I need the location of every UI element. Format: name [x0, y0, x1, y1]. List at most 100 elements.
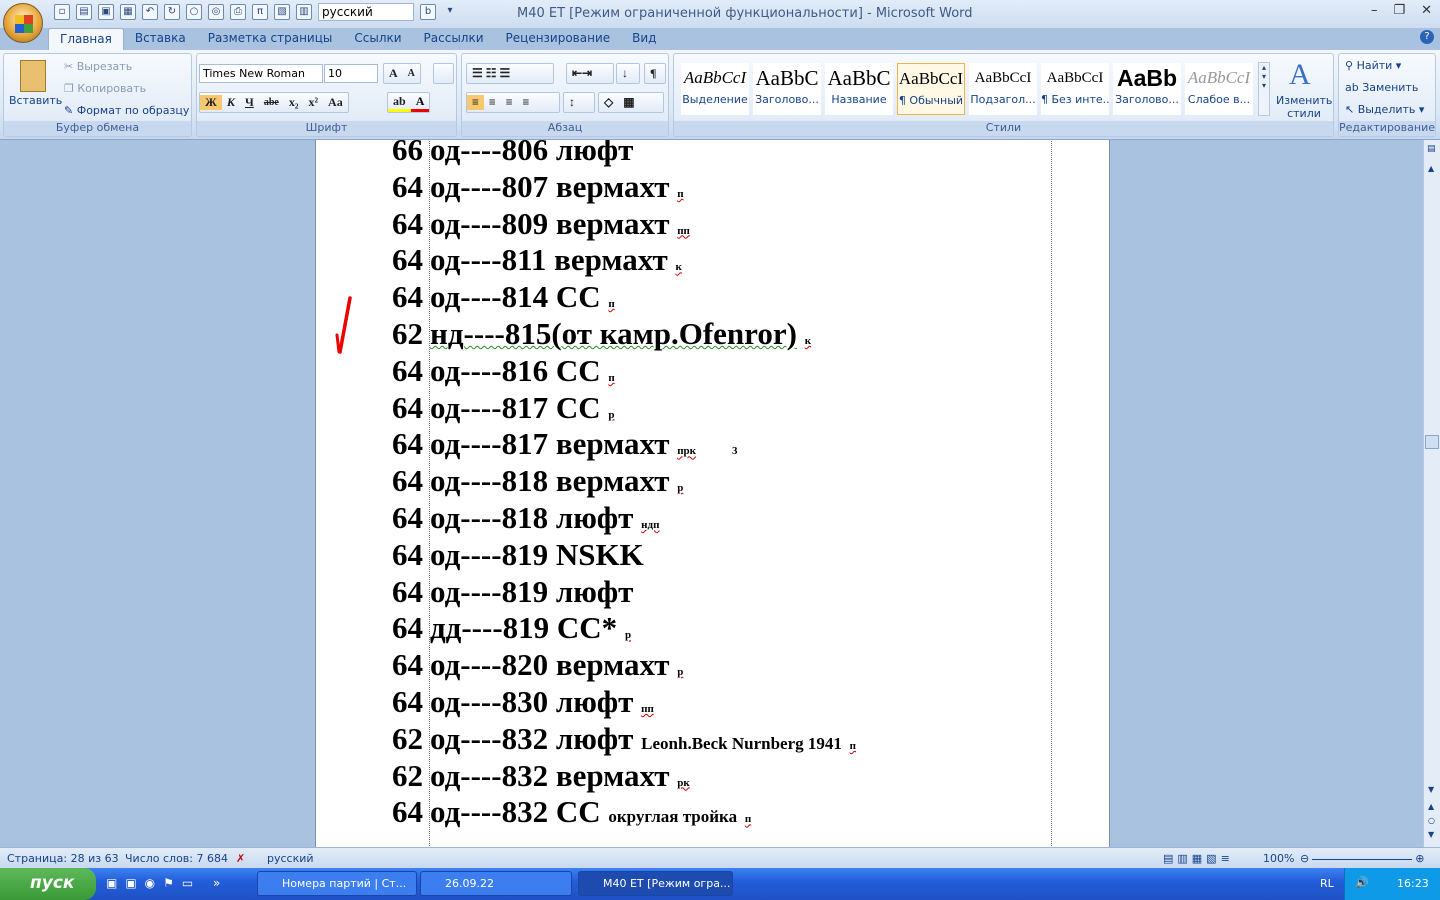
line-number: 62 — [392, 757, 423, 793]
font-size-select[interactable]: 10 — [324, 64, 378, 83]
document-line: 62 од----832 вермахт рк — [392, 758, 690, 795]
line-note: п — [744, 813, 752, 826]
line-number: 62 — [392, 720, 423, 756]
grow-font-button[interactable]: A — [384, 66, 403, 81]
style-normal[interactable]: AaBbCcI ¶ Обычный — [897, 63, 965, 115]
next-page-icon[interactable]: ▼ — [1428, 830, 1434, 839]
scrollbar-thumb[interactable] — [1425, 435, 1439, 449]
cut-button[interactable]: ✂ Вырезать — [64, 60, 132, 73]
volume-icon[interactable]: 🔊 — [1355, 876, 1369, 889]
tab-insert[interactable]: Вставка — [124, 28, 197, 50]
sort-button[interactable]: ↓ — [616, 63, 640, 84]
status-language[interactable]: русский — [267, 852, 314, 865]
font-size-buttons: A A — [383, 63, 421, 84]
tab-view[interactable]: Вид — [621, 28, 667, 50]
zoom-level[interactable]: 100% — [1263, 852, 1294, 865]
line-spacing-button[interactable]: ↕ — [563, 92, 595, 113]
replace-button[interactable]: ab Заменить — [1345, 81, 1418, 94]
taskbar: пуск ▣▣◉⚑▭ » Номера партий | Ст... 26.09… — [0, 868, 1440, 900]
maximize-button[interactable]: ❐ — [1393, 3, 1405, 18]
view-buttons[interactable]: ▤▥▦▧≡ — [1163, 852, 1234, 865]
paste-special-icon[interactable]: ▧ — [274, 4, 290, 20]
ruler-toggle-icon[interactable]: ▤ — [1427, 144, 1436, 154]
text-boundary — [1051, 140, 1052, 847]
tab-review[interactable]: Рецензирование — [495, 28, 622, 50]
input-language[interactable]: RL — [1320, 877, 1334, 890]
help-icon[interactable]: ? — [1420, 30, 1434, 44]
style-title[interactable]: AaBbC Название — [825, 63, 893, 115]
document-icon[interactable]: ▥ — [296, 4, 312, 20]
document-page[interactable]: 66 од----806 люфт 64 од----807 вермахт п 64 о… — [315, 140, 1110, 847]
select-button[interactable]: ↖ Выделить ▾ — [1345, 103, 1424, 116]
format-painter-button[interactable]: ✎ Формат по образцу — [64, 104, 189, 117]
quick-launch[interactable]: ▣▣◉⚑▭ » — [106, 876, 228, 890]
new-document-icon[interactable]: ▫ — [54, 4, 70, 20]
style-emphasis[interactable]: AaBbCcI Выделение — [681, 63, 749, 115]
page-count[interactable]: Страница: 28 из 63 — [7, 852, 119, 865]
prev-page-icon[interactable]: ▲ — [1428, 802, 1434, 811]
underline-button[interactable]: Ч — [240, 95, 259, 110]
equation-icon[interactable]: π — [252, 4, 268, 20]
shading-borders-buttons[interactable]: ◇ ▦ — [598, 92, 664, 113]
tab-home[interactable]: Главная — [48, 28, 124, 50]
browse-object-icon[interactable]: ○ — [1428, 816, 1435, 825]
find-icon[interactable]: ◎ — [208, 4, 224, 20]
tab-references[interactable]: Ссылки — [343, 28, 412, 50]
scroll-up-icon[interactable]: ▲ — [1428, 164, 1434, 173]
undo-icon[interactable]: ↶ — [142, 4, 158, 20]
tab-page-layout[interactable]: Разметка страницы — [197, 28, 344, 50]
close-button[interactable]: ✕ — [1421, 3, 1432, 18]
start-button[interactable]: пуск — [0, 868, 96, 900]
copy-button[interactable]: ❐ Копировать — [64, 82, 146, 95]
word-count[interactable]: Число слов: 7 684 — [125, 852, 228, 865]
office-logo-icon — [15, 15, 33, 33]
indent-buttons[interactable]: ⇤⇥ — [566, 63, 614, 84]
shrink-font-button[interactable]: A — [403, 68, 420, 79]
change-styles-button[interactable]: Изменить стили — [1276, 94, 1332, 120]
superscript-button[interactable]: x² — [303, 95, 323, 110]
scroll-down-icon[interactable]: ▼ — [1428, 785, 1434, 794]
proofing-icon[interactable]: ✗ — [236, 852, 245, 865]
find-button[interactable]: ⚲ Найти ▾ — [1345, 59, 1401, 72]
style-subtitle[interactable]: AaBbCcI Подзагол... — [969, 63, 1037, 115]
font-color-icon[interactable]: A — [410, 94, 430, 112]
style-heading1[interactable]: AaBbC Заголово... — [753, 63, 821, 115]
spelling-icon[interactable]: b — [420, 4, 436, 20]
minimize-button[interactable]: – — [1371, 3, 1378, 18]
bold-button[interactable]: Ж — [200, 95, 222, 110]
print-icon[interactable]: ⎙ — [230, 4, 246, 20]
style-subtle-emphasis[interactable]: AaBbCcI Слабое в... — [1185, 63, 1253, 115]
document-line: 64 од----809 вермахт пп — [392, 206, 690, 243]
strikethrough-button[interactable]: abe — [259, 97, 284, 108]
zoom-slider[interactable]: ⊖ ⊕ — [1300, 852, 1430, 865]
highlight-icon[interactable]: ab — [388, 94, 411, 112]
redo-icon[interactable]: ↻ — [164, 4, 180, 20]
styles-scroll[interactable]: ▴ ▾ ▾ — [1258, 62, 1270, 116]
style-name: Слабое в... — [1187, 93, 1251, 106]
alignment-buttons[interactable]: ≡ ≡ ≡ ≡ — [466, 92, 560, 113]
font-name-select[interactable]: Times New Roman — [199, 64, 323, 83]
tab-mailings[interactable]: Рассылки — [413, 28, 495, 50]
office-button[interactable] — [3, 3, 43, 43]
save-icon[interactable]: ▣ — [98, 4, 114, 20]
subscript-button[interactable]: x₂ — [284, 95, 304, 110]
language-select[interactable]: русский — [318, 3, 414, 21]
task-folder[interactable]: 26.09.22 — [420, 871, 572, 896]
document-line: 64 од----818 вермахт р — [392, 463, 683, 500]
print-preview-icon[interactable]: ▦ — [120, 4, 136, 20]
cut-label: Вырезать — [76, 60, 133, 73]
task-word[interactable]: M40 ET [Режим огра... — [578, 871, 733, 896]
style-no-spacing[interactable]: AaBbCcI ¶ Без инте... — [1041, 63, 1109, 115]
change-case-button[interactable]: Aa — [323, 95, 348, 110]
paste-button[interactable]: Вставить — [9, 94, 62, 107]
clear-formatting-button[interactable] — [433, 63, 454, 84]
customize-qat-icon[interactable]: ▾ — [442, 4, 458, 20]
zoom-icon[interactable]: ○ — [186, 4, 202, 20]
list-buttons[interactable]: ☰ ☷ ☰ — [466, 63, 554, 84]
italic-button[interactable]: К — [222, 95, 240, 110]
open-icon[interactable]: ▤ — [76, 4, 92, 20]
style-heading2[interactable]: AaBb Заголово... — [1113, 63, 1181, 115]
vertical-scrollbar[interactable]: ▤ ▲ ▼ ▲ ○ ▼ — [1423, 140, 1440, 847]
show-marks-button[interactable]: ¶ — [644, 63, 666, 84]
task-opera[interactable]: Номера партий | Ст... — [257, 871, 417, 896]
